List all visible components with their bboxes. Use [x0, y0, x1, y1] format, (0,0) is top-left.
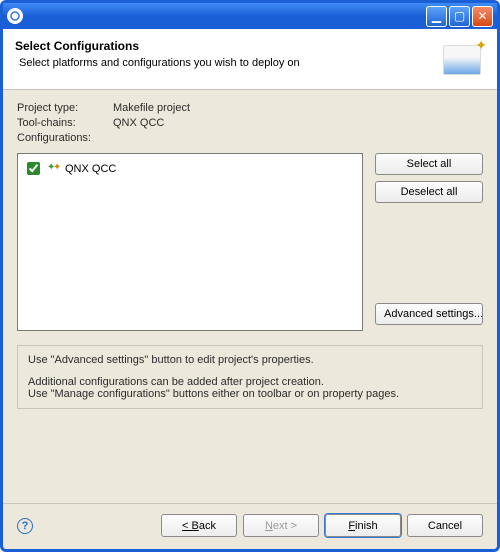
- hint-line-1: Use "Advanced settings" button to edit p…: [28, 354, 472, 366]
- config-icon: ✦✦: [47, 163, 61, 175]
- minimize-button[interactable]: ▁: [426, 6, 447, 27]
- select-all-button[interactable]: Select all: [375, 153, 483, 175]
- toolchains-value: QNX QCC: [113, 117, 164, 129]
- cancel-button[interactable]: Cancel: [407, 514, 483, 537]
- back-button[interactable]: < Back: [161, 514, 237, 537]
- help-icon[interactable]: ?: [17, 518, 33, 534]
- header-panel: Select Configurations Select platforms a…: [3, 29, 497, 90]
- finish-button[interactable]: Finish: [325, 514, 401, 537]
- wizard-icon: ✦: [439, 39, 485, 81]
- project-type-label: Project type:: [17, 102, 113, 114]
- maximize-button[interactable]: ▢: [449, 6, 470, 27]
- configurations-label: Configurations:: [17, 132, 113, 144]
- config-checkbox[interactable]: [27, 162, 40, 175]
- project-type-value: Makefile project: [113, 102, 190, 114]
- hint-line-2: Additional configurations can be added a…: [28, 376, 324, 388]
- dialog-window: ▁ ▢ ✕ Select Configurations Select platf…: [0, 0, 500, 552]
- deselect-all-button[interactable]: Deselect all: [375, 181, 483, 203]
- page-title: Select Configurations: [15, 39, 439, 53]
- hint-box: Use "Advanced settings" button to edit p…: [17, 345, 483, 409]
- content-area: Project type: Makefile project Tool-chai…: [3, 90, 497, 503]
- toolchains-label: Tool-chains:: [17, 117, 113, 129]
- advanced-settings-button[interactable]: Advanced settings...: [375, 303, 483, 325]
- config-item-label: QNX QCC: [65, 163, 116, 175]
- close-button[interactable]: ✕: [472, 6, 493, 27]
- page-subtitle: Select platforms and configurations you …: [15, 57, 439, 69]
- footer: ? < Back Next > Finish Cancel: [3, 503, 497, 549]
- configurations-list[interactable]: ✦✦ QNX QCC: [17, 153, 363, 331]
- app-icon: [7, 8, 23, 24]
- titlebar: ▁ ▢ ✕: [3, 3, 497, 29]
- hint-line-3: Use "Manage configurations" buttons eith…: [28, 388, 399, 400]
- next-button: Next >: [243, 514, 319, 537]
- list-item[interactable]: ✦✦ QNX QCC: [22, 158, 358, 179]
